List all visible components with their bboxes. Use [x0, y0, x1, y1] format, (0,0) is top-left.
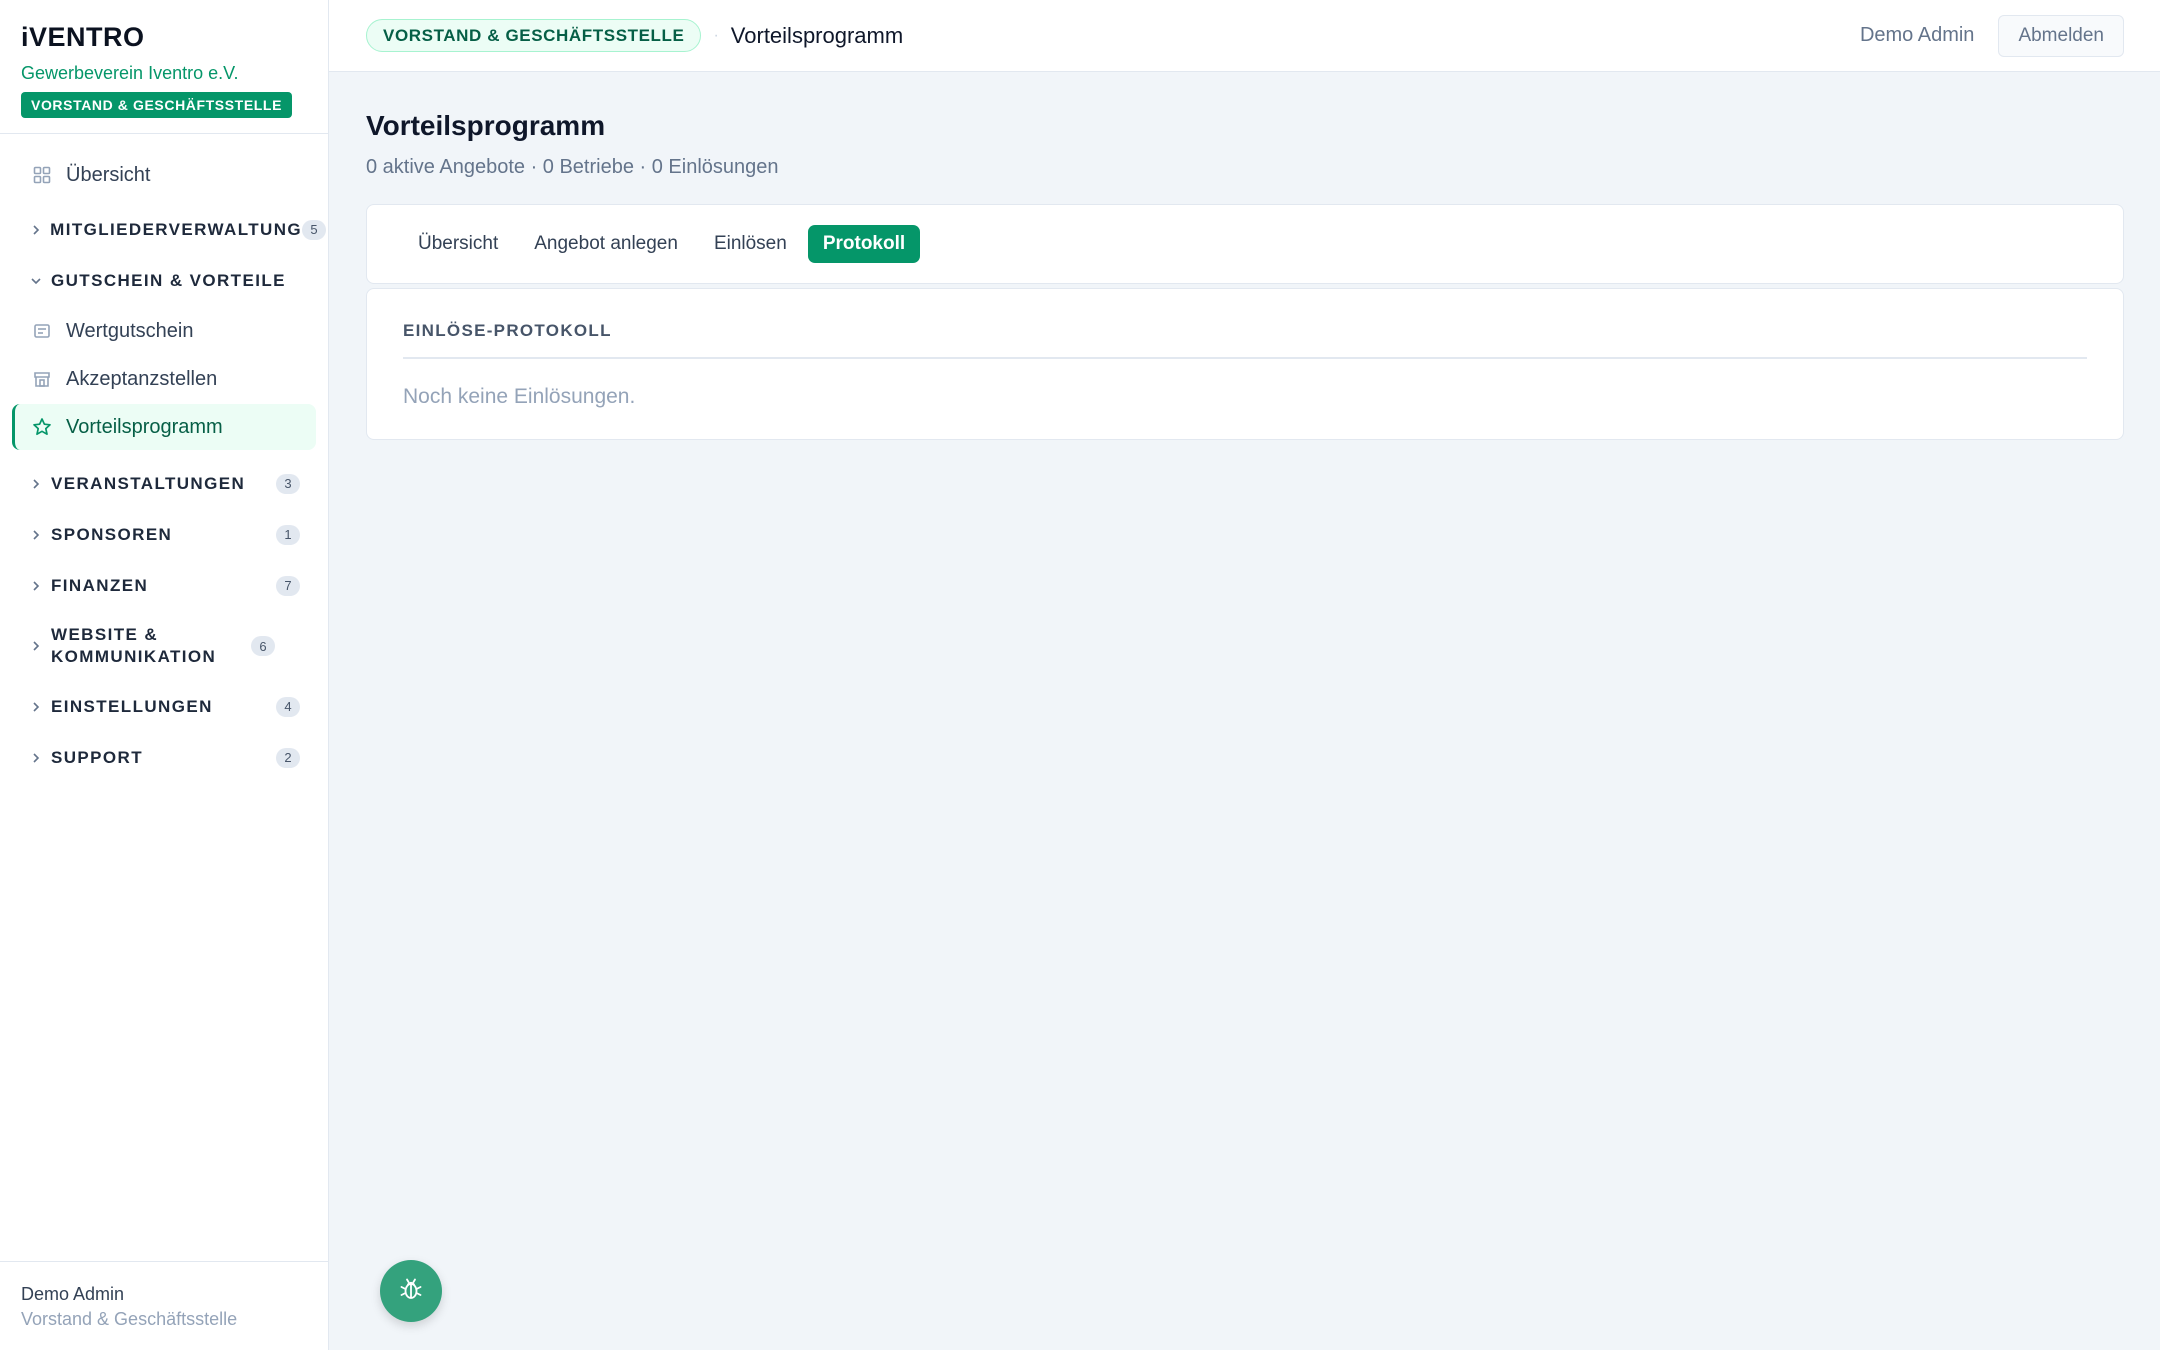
chevron-right-icon	[30, 529, 42, 541]
log-empty-state: Noch keine Einlösungen.	[403, 385, 636, 408]
group-label: SUPPORT	[51, 747, 143, 767]
main-area: VORSTAND & GESCHÄFTSSTELLE · Vorteilspro…	[329, 0, 2160, 1350]
context-pill[interactable]: VORSTAND & GESCHÄFTSSTELLE	[366, 19, 702, 52]
group-count-badge: 5	[302, 219, 326, 240]
organization-name: Gewerbeverein Iventro e.V.	[21, 63, 239, 83]
sidebar: iVENTRO Gewerbeverein Iventro e.V. VORST…	[0, 0, 329, 1350]
chevron-right-icon	[30, 701, 42, 713]
group-count-badge: 3	[276, 473, 300, 494]
page-subtitle: 0 aktive Angebote · 0 Betriebe · 0 Einlö…	[366, 156, 779, 178]
footer-user-name: Demo Admin	[21, 1284, 125, 1304]
grid-icon	[32, 165, 52, 185]
group-count-badge: 4	[276, 696, 300, 717]
current-user: Demo Admin	[1859, 24, 1975, 46]
sidebar-item-label: Übersicht	[66, 163, 151, 186]
chevron-down-icon	[30, 275, 42, 287]
chevron-right-icon	[30, 478, 42, 490]
chevron-right-icon	[30, 752, 42, 764]
app-shell: iVENTRO Gewerbeverein Iventro e.V. VORST…	[0, 0, 2160, 1350]
sidebar-item-overview[interactable]: Übersicht	[12, 152, 316, 198]
bug-report-button[interactable]	[380, 1260, 442, 1322]
group-count-badge: 6	[251, 636, 275, 656]
group-count-badge: 1	[276, 524, 300, 545]
group-label: VERANSTALTUNGEN	[51, 473, 246, 493]
sidebar-item-label: Vorteilsprogramm	[66, 415, 223, 438]
chevron-right-icon	[30, 640, 42, 652]
group-count-badge: 7	[276, 575, 300, 596]
footer-user-role: Vorstand & Geschäftsstelle	[21, 1309, 238, 1329]
group-count-badge: 2	[276, 747, 300, 768]
tab-uebersicht[interactable]: Übersicht	[403, 225, 513, 263]
chevron-right-icon	[30, 580, 42, 592]
sidebar-item-vorteilsprogramm[interactable]: Vorteilsprogramm	[12, 404, 316, 450]
sidebar-group-einstellungen[interactable]: EINSTELLUNGEN 4	[0, 681, 328, 732]
redemption-log-card: EINLÖSE-PROTOKOLL Noch keine Einlösungen…	[366, 288, 2124, 440]
breadcrumb-separator: ·	[713, 26, 719, 44]
sidebar-group-mitgliederverwaltung[interactable]: MITGLIEDERVERWALTUNG 5	[0, 204, 328, 255]
group-label: SPONSOREN	[51, 524, 173, 544]
group-subitems: Wertgutschein Akzeptanzstellen Vorteilsp…	[0, 308, 328, 450]
chevron-right-icon	[30, 224, 41, 236]
role-badge: VORSTAND & GESCHÄFTSSTELLE	[21, 92, 293, 118]
breadcrumb-current: Vorteilsprogramm	[730, 22, 904, 48]
voucher-icon	[32, 321, 52, 341]
sidebar-group-finanzen[interactable]: FINANZEN 7	[0, 560, 328, 611]
sidebar-item-label: Akzeptanzstellen	[66, 367, 218, 390]
tab-protokoll[interactable]: Protokoll	[807, 225, 921, 263]
page-title: Vorteilsprogramm	[366, 110, 606, 141]
group-label: MITGLIEDERVERWALTUNG	[50, 219, 302, 239]
sidebar-group-veranstaltungen[interactable]: VERANSTALTUNGEN 3	[0, 458, 328, 509]
sidebar-item-wertgutschein[interactable]: Wertgutschein	[12, 308, 316, 354]
sidebar-group-gutschein-vorteile[interactable]: GUTSCHEIN & VORTEILE	[0, 255, 328, 306]
app-logo[interactable]: iVENTRO	[21, 22, 307, 52]
sidebar-group-support[interactable]: SUPPORT 2	[0, 732, 328, 783]
group-label: EINSTELLUNGEN	[51, 696, 213, 716]
brand-block: iVENTRO Gewerbeverein Iventro e.V. VORST…	[0, 0, 328, 134]
topbar: VORSTAND & GESCHÄFTSSTELLE · Vorteilspro…	[329, 0, 2160, 72]
sidebar-group-website-kommunikation[interactable]: WEBSITE & KOMMUNIKATION 6	[0, 611, 328, 681]
bug-icon	[398, 1276, 424, 1307]
tab-bar: Übersicht Angebot anlegen Einlösen Proto…	[366, 204, 2124, 284]
sidebar-group-sponsoren[interactable]: SPONSOREN 1	[0, 509, 328, 560]
page-content: Vorteilsprogramm 0 aktive Angebote · 0 B…	[329, 72, 2160, 440]
group-label: FINANZEN	[51, 575, 149, 595]
log-heading: EINLÖSE-PROTOKOLL	[403, 289, 2087, 359]
logout-button[interactable]: Abmelden	[1998, 14, 2124, 57]
sidebar-user-footer: Demo Admin Vorstand & Geschäftsstelle	[0, 1261, 328, 1350]
sidebar-nav: Übersicht MITGLIEDERVERWALTUNG 5 GUTSCHE…	[0, 134, 328, 1350]
group-label: WEBSITE & KOMMUNIKATION	[51, 625, 217, 666]
tab-einloesen[interactable]: Einlösen	[699, 225, 802, 263]
tab-angebot-anlegen[interactable]: Angebot anlegen	[519, 225, 693, 263]
sidebar-item-label: Wertgutschein	[66, 319, 194, 342]
sidebar-item-akzeptanzstellen[interactable]: Akzeptanzstellen	[12, 356, 316, 402]
group-label: GUTSCHEIN & VORTEILE	[51, 270, 286, 290]
store-icon	[32, 369, 52, 389]
star-icon	[32, 417, 52, 437]
